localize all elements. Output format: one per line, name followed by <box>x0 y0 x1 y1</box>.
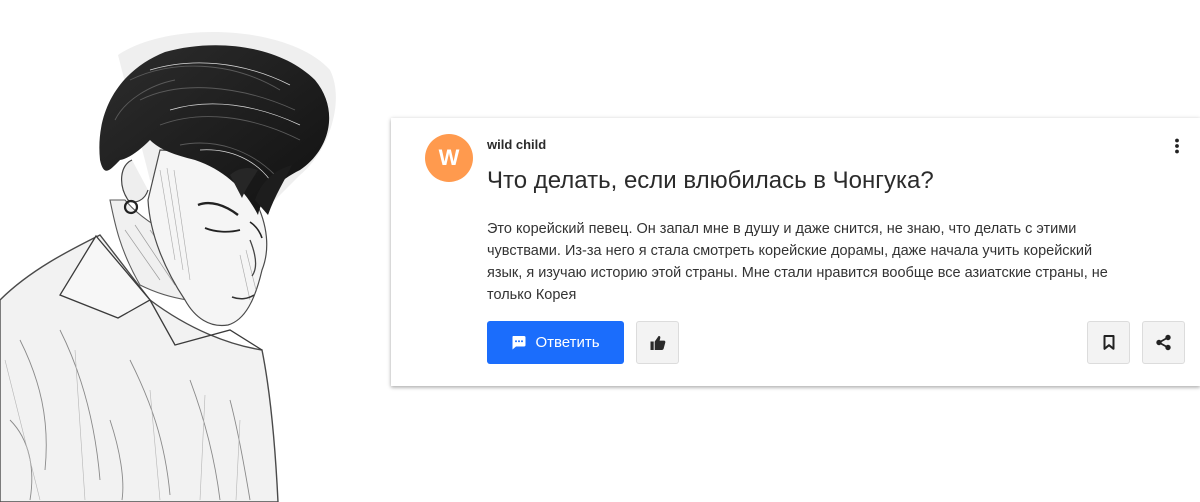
question-card: W wild child Что делать, если влюбилась … <box>391 118 1200 386</box>
page: W wild child Что делать, если влюбилась … <box>0 0 1200 502</box>
question-title: Что делать, если влюбилась в Чонгука? <box>487 167 934 194</box>
like-button[interactable] <box>636 321 679 364</box>
more-options-button[interactable] <box>1165 134 1189 158</box>
question-body-line: язык, я изучаю историю этой страны. Мне … <box>487 265 1108 281</box>
answer-button[interactable]: Ответить <box>487 321 624 364</box>
thumbs-up-icon <box>650 335 665 350</box>
author-avatar[interactable]: W <box>425 134 473 182</box>
share-icon <box>1156 334 1171 351</box>
author-name[interactable]: wild child <box>487 137 546 152</box>
bookmark-icon <box>1103 335 1114 350</box>
more-vertical-icon <box>1175 138 1179 154</box>
question-body-line: только Корея <box>487 287 577 303</box>
chat-bubble-icon <box>512 336 526 350</box>
question-body: Это корейский певец. Он запал мне в душу… <box>487 218 1177 306</box>
sketch-illustration <box>0 32 336 502</box>
share-button[interactable] <box>1142 321 1185 364</box>
question-body-line: чувствами. Из-за него я стала смотреть к… <box>487 243 1093 259</box>
bookmark-button[interactable] <box>1087 321 1130 364</box>
question-body-line: Это корейский певец. Он запал мне в душу… <box>487 221 1077 237</box>
answer-button-label: Ответить <box>535 334 600 351</box>
